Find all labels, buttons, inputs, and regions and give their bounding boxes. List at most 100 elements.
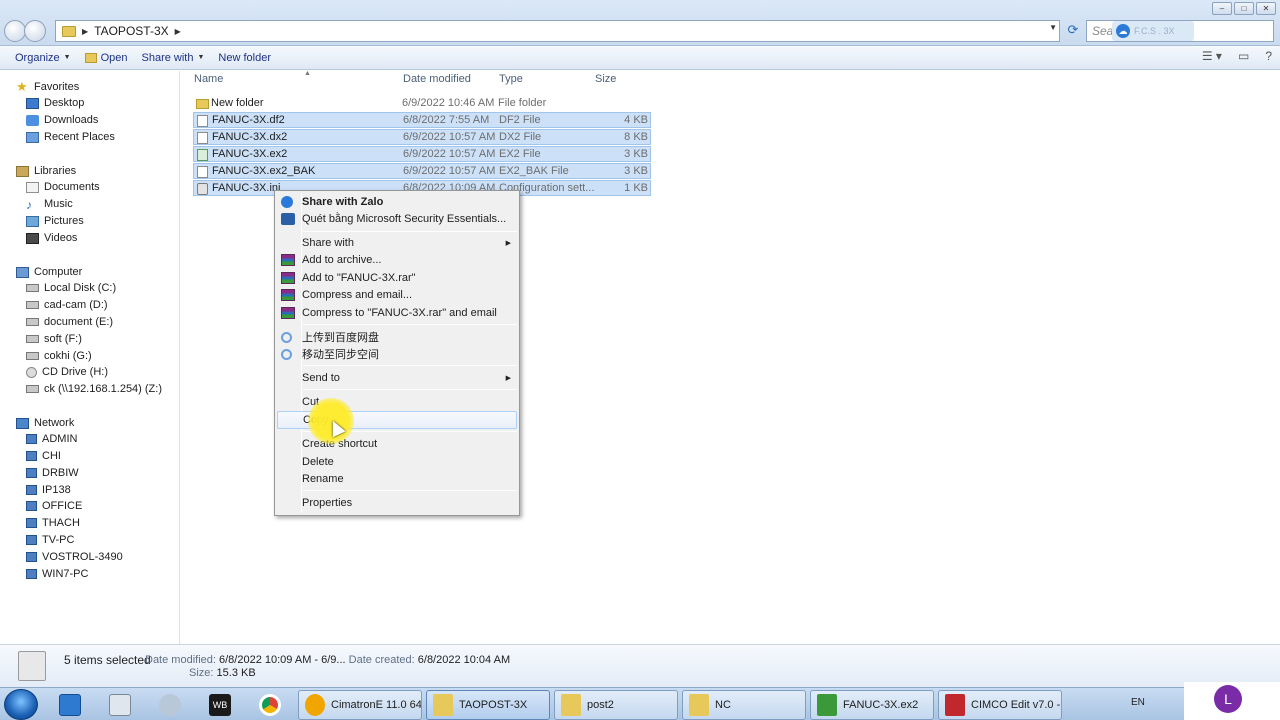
taskbar-pin[interactable]: [98, 691, 142, 719]
nav-host[interactable]: ADMIN: [26, 431, 77, 447]
start-button[interactable]: [4, 689, 38, 720]
menu-item-share-with[interactable]: Share with ▶: [277, 234, 517, 252]
help-icon[interactable]: ?: [1265, 49, 1272, 63]
menu-item-add-rar[interactable]: Add to "FANUC-3X.rar": [277, 269, 517, 287]
share-with-button[interactable]: Share with ▼: [135, 47, 212, 69]
nav-drive-g[interactable]: cokhi (G:): [26, 348, 92, 364]
taskbar-task[interactable]: TAOPOST-3X: [426, 690, 550, 720]
nav-desktop[interactable]: Desktop: [26, 95, 84, 111]
menu-item-delete[interactable]: Delete: [277, 453, 517, 471]
details-dates: Date modified: 6/8/2022 10:09 AM - 6/9..…: [145, 654, 510, 666]
file-date: 6/9/2022 10:57 AM: [403, 131, 496, 143]
nav-host[interactable]: TV-PC: [26, 532, 74, 548]
close-button[interactable]: ✕: [1256, 2, 1276, 15]
size-value: 15.3 KB: [216, 667, 256, 679]
nav-drive-e[interactable]: document (E:): [26, 314, 113, 330]
nav-downloads[interactable]: Downloads: [26, 112, 98, 128]
menu-item-baidu-upload[interactable]: 上传到百度网盘: [277, 328, 517, 346]
nav-music[interactable]: ♪ Music: [26, 196, 73, 212]
nav-favorites[interactable]: ★ Favorites: [16, 79, 79, 95]
menu-item-scan-mse[interactable]: Quét bằng Microsoft Security Essentials.…: [277, 210, 517, 228]
nav-host[interactable]: WIN7-PC: [26, 566, 88, 582]
network-icon: [16, 417, 29, 429]
nav-host[interactable]: CHI: [26, 448, 61, 464]
nav-recent-places[interactable]: Recent Places: [26, 129, 115, 145]
column-header-name[interactable]: Name ▲: [194, 70, 311, 91]
avatar[interactable]: L: [1214, 685, 1242, 713]
new-folder-button[interactable]: New folder: [211, 47, 278, 69]
nav-drive-c[interactable]: Local Disk (C:): [26, 280, 116, 296]
menu-item-share-zalo[interactable]: Share with Zalo: [277, 193, 517, 211]
details-size: Size: 15.3 KB: [189, 667, 256, 679]
column-header-date[interactable]: Date modified: [403, 73, 471, 91]
taskbar-pin[interactable]: WB: [198, 691, 242, 719]
nav-host[interactable]: DRBIW: [26, 465, 79, 481]
menu-item-add-archive[interactable]: Add to archive...: [277, 251, 517, 269]
taskbar-task[interactable]: NC: [682, 690, 806, 720]
network-drive-icon: [26, 385, 39, 393]
taskbar-task[interactable]: CIMCO Edit v7.0 -...: [938, 690, 1062, 720]
breadcrumb-arrow-icon[interactable]: ▶: [82, 27, 88, 36]
nav-computer[interactable]: Computer: [16, 264, 82, 280]
menu-item-compress-email[interactable]: Compress and email...: [277, 286, 517, 304]
nav-host[interactable]: THACH: [26, 515, 80, 531]
menu-item-properties[interactable]: Properties: [277, 494, 517, 512]
column-header-type[interactable]: Type: [499, 73, 523, 91]
menu-item-send-to[interactable]: Send to ▶: [277, 369, 517, 387]
maximize-button[interactable]: □: [1234, 2, 1254, 15]
open-button[interactable]: Open: [78, 47, 135, 69]
menu-item-rename[interactable]: Rename: [277, 470, 517, 488]
nav-documents[interactable]: Documents: [26, 179, 100, 195]
menu-item-baidu-sync[interactable]: 移动至同步空间: [277, 345, 517, 363]
column-label: Name: [194, 73, 224, 85]
nav-host[interactable]: IP138: [26, 482, 71, 498]
nav-host[interactable]: OFFICE: [26, 498, 82, 514]
address-dropdown-icon[interactable]: ▼: [1049, 23, 1057, 32]
file-row[interactable]: FANUC-3X.ex2_BAK 6/9/2022 10:57 AM EX2_B…: [193, 163, 651, 179]
taskbar-task[interactable]: FANUC-3X.ex2: [810, 690, 934, 720]
breadcrumb-segment[interactable]: TAOPOST-3X: [94, 24, 168, 38]
nav-drive-f[interactable]: soft (F:): [26, 331, 82, 347]
file-name: FANUC-3X.ex2_BAK: [212, 165, 316, 177]
back-button[interactable]: [4, 20, 26, 42]
file-icon: [197, 132, 208, 144]
menu-item-create-shortcut[interactable]: Create shortcut: [277, 435, 517, 453]
preview-pane-icon[interactable]: ▭: [1238, 49, 1249, 63]
view-options-icon[interactable]: ☰ ▾: [1202, 49, 1222, 63]
file-type: File folder: [498, 97, 547, 109]
file-row[interactable]: FANUC-3X.dx2 6/9/2022 10:57 AM DX2 File …: [193, 129, 651, 145]
organize-button[interactable]: Organize ▼: [8, 47, 78, 69]
menu-item-compress-rar-email[interactable]: Compress to "FANUC-3X.rar" and email: [277, 304, 517, 322]
address-bar-region: ▶ TAOPOST-3X ▶ ▼ ⟳ Sea ☁ F.C.S . 3X – □ …: [0, 0, 1280, 46]
file-row[interactable]: FANUC-3X.ex2 6/9/2022 10:57 AM EX2 File …: [193, 146, 651, 162]
nav-pictures[interactable]: Pictures: [26, 213, 84, 229]
nav-network[interactable]: Network: [16, 415, 74, 431]
libraries-icon: [16, 165, 29, 177]
tool-icon: [159, 694, 181, 716]
nav-label: cad-cam (D:): [44, 299, 108, 311]
forward-button[interactable]: [24, 20, 46, 42]
nav-videos[interactable]: Videos: [26, 230, 77, 246]
taskbar-task[interactable]: CimatronE 11.0 64...: [298, 690, 422, 720]
language-indicator[interactable]: EN: [1131, 697, 1145, 708]
computer-icon: [26, 468, 37, 478]
address-field[interactable]: ▶ TAOPOST-3X ▶ ▼: [55, 20, 1060, 42]
nav-drive-h[interactable]: CD Drive (H:): [26, 364, 108, 380]
column-header-size[interactable]: Size: [595, 73, 616, 91]
open-label: Open: [100, 51, 128, 64]
nav-host[interactable]: VOSTROL-3490: [26, 549, 123, 565]
taskbar-task[interactable]: post2: [554, 690, 678, 720]
nav-drive-d[interactable]: cad-cam (D:): [26, 297, 108, 313]
breadcrumb-arrow-icon[interactable]: ▶: [175, 27, 181, 36]
taskbar-pin[interactable]: [148, 691, 192, 719]
nav-drive-z[interactable]: ck (\\192.168.1.254) (Z:): [26, 381, 162, 397]
file-row[interactable]: FANUC-3X.df2 6/8/2022 7:55 AM DF2 File 4…: [193, 112, 651, 128]
refresh-icon[interactable]: ⟳: [1064, 22, 1082, 40]
taskbar-pin[interactable]: [248, 691, 292, 719]
taskbar-pin[interactable]: [48, 691, 92, 719]
nav-libraries[interactable]: Libraries: [16, 163, 76, 179]
submenu-arrow-icon: ▶: [505, 240, 511, 247]
file-row[interactable]: New folder 6/9/2022 10:46 AM File folder: [193, 96, 651, 112]
baidu-cloud-icon: [281, 332, 292, 343]
minimize-button[interactable]: –: [1212, 2, 1232, 15]
